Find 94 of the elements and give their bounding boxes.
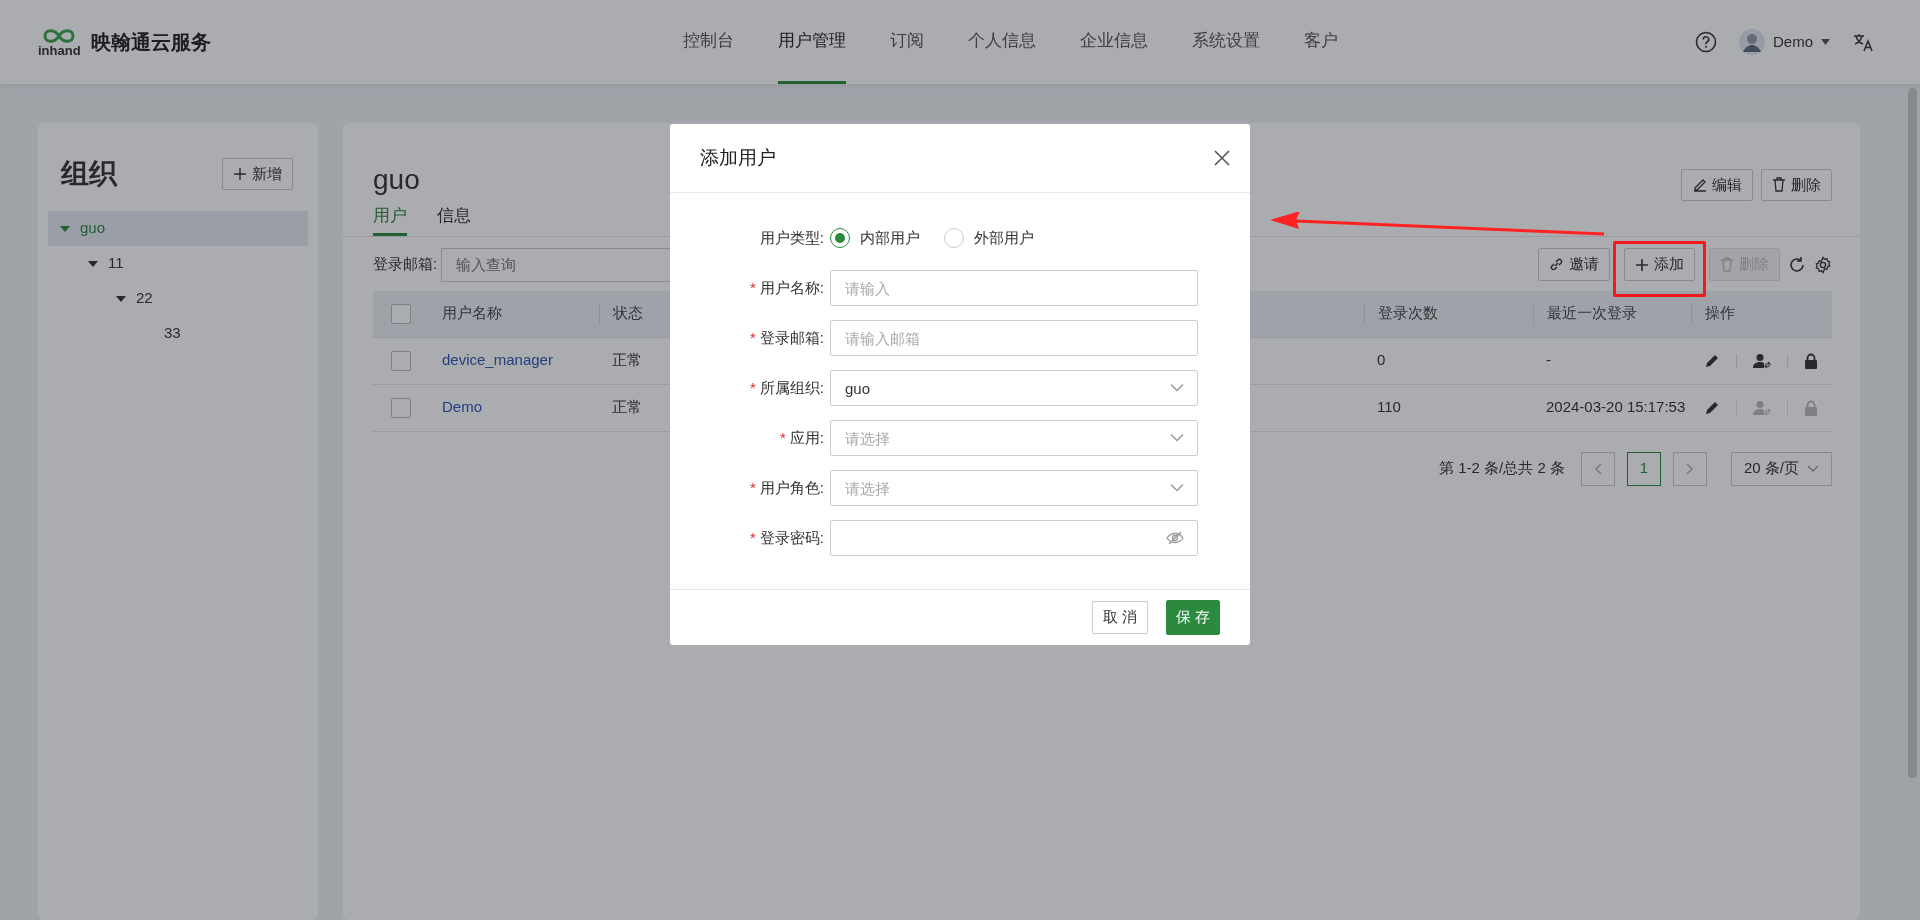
eye-off-icon[interactable] bbox=[1166, 531, 1184, 545]
user-name[interactable]: Demo bbox=[1773, 30, 1813, 54]
select-field[interactable]: 请选择 bbox=[830, 420, 1198, 456]
required-mark: * bbox=[750, 278, 756, 296]
input-field[interactable]: 请输入 bbox=[830, 270, 1198, 306]
dialog-title: 添加用户 bbox=[700, 145, 776, 170]
caret-down-icon bbox=[88, 260, 98, 267]
field-label: 所属组织: bbox=[759, 378, 824, 396]
chevron-right-icon bbox=[1685, 462, 1694, 475]
save-button[interactable]: 保 存 bbox=[1165, 600, 1220, 635]
field-label: 用户名称: bbox=[759, 278, 824, 296]
table-cell-text: 110 bbox=[1376, 397, 1402, 418]
nav-tab[interactable]: 订阅 bbox=[890, 0, 924, 84]
lock-icon[interactable] bbox=[1804, 352, 1818, 369]
nav-tab[interactable]: 控制台 bbox=[683, 0, 734, 84]
trash-icon bbox=[1720, 257, 1734, 272]
plus-icon bbox=[233, 167, 247, 181]
refresh-icon[interactable] bbox=[1788, 255, 1806, 274]
pagination-summary: 第 1-2 条/总共 2 条 bbox=[1439, 458, 1565, 479]
caret-down-icon bbox=[116, 295, 126, 302]
field-label: 应用: bbox=[789, 428, 824, 446]
radio-label: 内部用户 bbox=[860, 227, 920, 248]
caret-down-icon bbox=[1821, 39, 1830, 45]
prev-page-button[interactable] bbox=[1580, 451, 1615, 486]
panel-title: 组织 bbox=[61, 157, 117, 191]
page-size-select[interactable]: 20 条/页 bbox=[1730, 451, 1832, 486]
chevron-left-icon bbox=[1593, 462, 1602, 475]
required-mark: * bbox=[780, 428, 786, 446]
nav-tab[interactable]: 企业信息 bbox=[1080, 0, 1148, 84]
close-icon[interactable] bbox=[1214, 150, 1230, 166]
settings-icon[interactable] bbox=[1814, 255, 1832, 274]
add-button[interactable]: 添加 bbox=[1624, 248, 1695, 281]
table-cell-text: 正常 bbox=[611, 350, 643, 371]
tree-item[interactable]: 33 bbox=[48, 316, 308, 351]
select-field[interactable]: guo bbox=[830, 370, 1198, 406]
select-field[interactable]: 请选择 bbox=[830, 470, 1198, 506]
logo-text: inhand bbox=[38, 43, 81, 57]
field-label: 登录邮箱: bbox=[759, 328, 824, 346]
trash-icon bbox=[1772, 177, 1786, 193]
tab[interactable]: 用户 bbox=[373, 203, 407, 236]
column-header: 用户名称 bbox=[441, 303, 503, 324]
required-mark: * bbox=[750, 328, 756, 346]
table-cell-text: 2024-03-20 15:17:53 bbox=[1545, 397, 1687, 418]
radio-label: 外部用户 bbox=[974, 227, 1034, 248]
column-header: 操作 bbox=[1691, 302, 1831, 325]
chevron-down-icon bbox=[1170, 383, 1184, 393]
required-mark: * bbox=[750, 478, 756, 496]
field-label: 登录密码: bbox=[759, 528, 824, 546]
tab[interactable]: 信息 bbox=[437, 203, 471, 236]
link-icon bbox=[1549, 257, 1564, 272]
nav-tab[interactable]: 客户 bbox=[1304, 0, 1338, 84]
column-header: 登录次数 bbox=[1364, 302, 1533, 325]
user-switch-icon[interactable] bbox=[1753, 352, 1771, 369]
field-label: 用户角色: bbox=[759, 478, 824, 496]
help-icon[interactable] bbox=[1695, 31, 1717, 53]
brand-name: 映翰通云服务 bbox=[90, 30, 211, 55]
table-cell-text: - bbox=[1545, 350, 1552, 371]
page-title: guo bbox=[373, 163, 420, 197]
checkbox[interactable] bbox=[391, 350, 411, 371]
edit-button[interactable]: 编辑 bbox=[1681, 168, 1753, 201]
invite-button[interactable]: 邀请 bbox=[1538, 248, 1610, 281]
input-field[interactable]: 请输入邮箱 bbox=[830, 320, 1198, 356]
avatar-icon bbox=[1739, 29, 1765, 55]
nav-tab[interactable]: 系统设置 bbox=[1192, 0, 1260, 84]
plus-icon bbox=[1635, 257, 1649, 272]
delete-button[interactable]: 删除 bbox=[1761, 168, 1832, 201]
page-button[interactable]: 1 bbox=[1626, 451, 1661, 486]
chevron-down-icon bbox=[1807, 464, 1819, 473]
nav-tab[interactable]: 用户管理 bbox=[778, 0, 846, 84]
table-cell-text: 0 bbox=[1376, 350, 1387, 371]
caret-down-icon bbox=[60, 225, 70, 232]
column-header: 最近一次登录 bbox=[1533, 302, 1691, 325]
required-mark: * bbox=[750, 528, 756, 546]
table-cell-text: 正常 bbox=[611, 397, 643, 418]
chevron-down-icon bbox=[1170, 433, 1184, 443]
password-field[interactable] bbox=[830, 520, 1198, 556]
chevron-down-icon bbox=[1170, 483, 1184, 493]
tree-item[interactable]: 11 bbox=[48, 246, 308, 281]
pencil-icon bbox=[1692, 177, 1707, 193]
add-button[interactable]: 新增 bbox=[222, 157, 293, 191]
required-mark: * bbox=[750, 378, 756, 396]
tree-item[interactable]: 22 bbox=[48, 281, 308, 316]
user-link[interactable]: device_manager bbox=[442, 351, 553, 369]
scrollbar[interactable] bbox=[1908, 88, 1917, 778]
translate-icon[interactable] bbox=[1852, 31, 1874, 53]
checkbox[interactable] bbox=[391, 397, 411, 418]
checkbox[interactable] bbox=[391, 303, 411, 324]
nav-tab[interactable]: 个人信息 bbox=[968, 0, 1036, 84]
field-label: 用户类型: bbox=[758, 227, 825, 248]
user-link[interactable]: Demo bbox=[442, 398, 482, 416]
pencil-icon[interactable] bbox=[1704, 352, 1720, 369]
filter-label: 登录邮箱: bbox=[373, 254, 438, 275]
cancel-button[interactable]: 取 消 bbox=[1091, 601, 1148, 634]
next-page-button[interactable] bbox=[1672, 451, 1707, 486]
